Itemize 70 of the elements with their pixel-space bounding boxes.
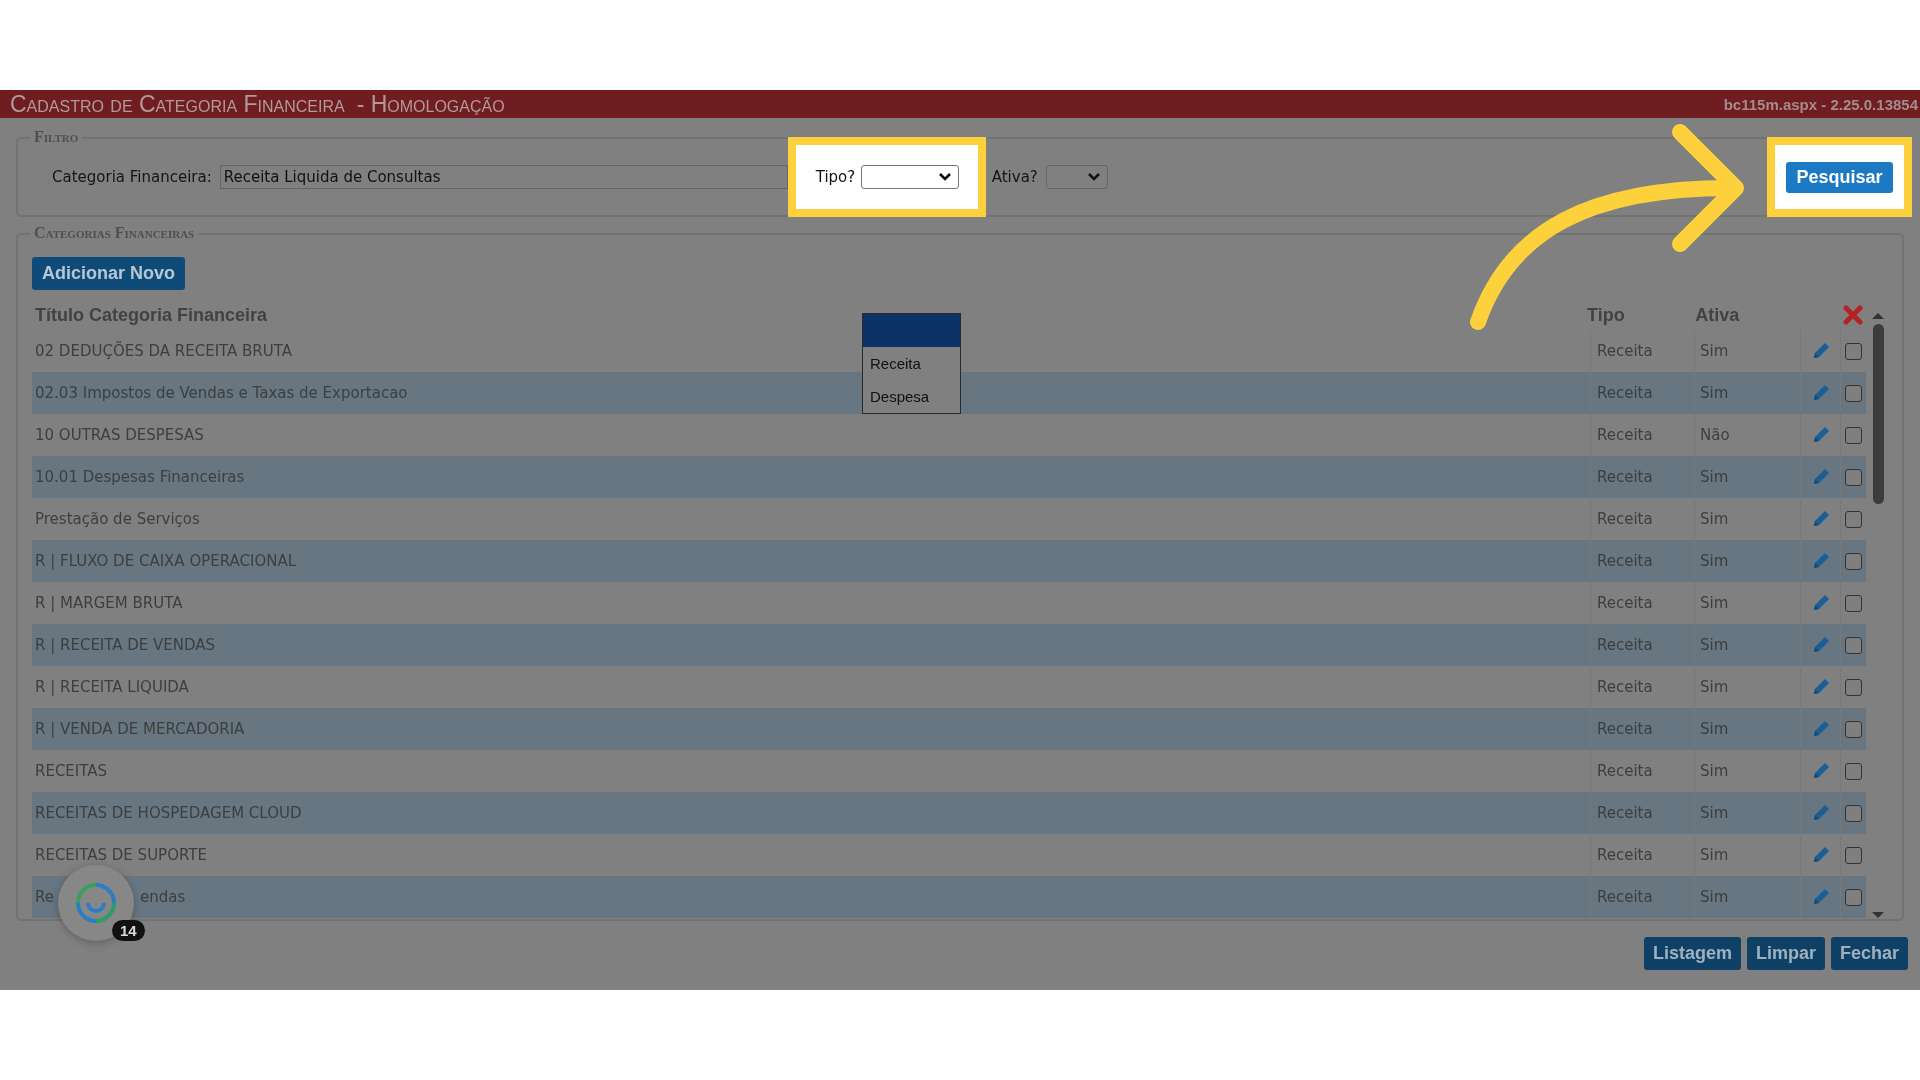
scroll-thumb[interactable] — [1872, 324, 1884, 504]
field-label: Ativa? — [991, 168, 1038, 186]
table-cell: Re — [35, 888, 54, 906]
table-cell: Prestação de Serviços — [35, 510, 200, 528]
table-cell: Sim — [1694, 624, 1800, 666]
table-cell: Receita — [1590, 876, 1694, 918]
tipo-select[interactable] — [861, 165, 960, 189]
table-cell: Receita — [1590, 708, 1694, 750]
checkbox[interactable] — [1845, 342, 1862, 360]
table-cell: R | FLUXO DE CAIXA OPERACIONAL — [35, 552, 297, 570]
scroll-down-icon — [1871, 911, 1885, 919]
caret-icon — [938, 172, 953, 182]
column-header: Tipo — [1586, 304, 1626, 326]
table-cell: R | MARGEM BRUTA — [35, 594, 183, 612]
table-cell: Receita — [1590, 540, 1694, 582]
field-label: Categoria Financeira: — [52, 168, 212, 186]
checkbox[interactable] — [1845, 510, 1862, 528]
scroll-up-icon — [1871, 312, 1885, 320]
table-cell: RECEITAS DE HOSPEDAGEM CLOUD — [35, 804, 302, 822]
table-cell: Sim — [1694, 540, 1800, 582]
checkbox[interactable] — [1845, 384, 1862, 402]
add-button[interactable]: Adicionar Novo — [32, 257, 185, 290]
table-cell: Receita — [1590, 372, 1694, 414]
table-cell: RECEITAS DE SUPORTE — [35, 846, 207, 864]
table-cell: Sim — [1694, 456, 1800, 498]
table-cell: Sim — [1694, 876, 1800, 918]
caret-icon — [1086, 172, 1101, 182]
table-cell: 02 DEDUÇÕES DA RECEITA BRUTA — [35, 342, 293, 360]
table-cell: 02.03 Impostos de Vendas e Taxas de Exportacao — [35, 384, 408, 402]
checkbox[interactable] — [1845, 636, 1862, 654]
checkbox[interactable] — [1845, 552, 1862, 570]
ativa-select[interactable] — [1045, 165, 1108, 189]
category-field[interactable]: Receita Liquida de Consultas — [219, 165, 788, 189]
footer-button[interactable]: Fechar — [1830, 937, 1908, 970]
checkbox[interactable] — [1845, 594, 1862, 612]
table-cell: Sim — [1694, 792, 1800, 834]
table-cell: endas — [140, 888, 186, 906]
table-cell: R | RECEITA DE VENDAS — [35, 636, 216, 654]
table-cell: R | VENDA DE MERCADORIA — [35, 720, 245, 738]
environment-label: - Homologação — [356, 90, 505, 118]
dropdown-option[interactable]: Receita — [863, 347, 960, 380]
search-button[interactable]: Pesquisar — [1786, 161, 1893, 193]
checkbox[interactable] — [1845, 846, 1862, 864]
delete-icon[interactable] — [1843, 305, 1864, 325]
checkbox[interactable] — [1845, 678, 1862, 696]
checkbox[interactable] — [1845, 720, 1862, 738]
table-cell: Receita — [1590, 624, 1694, 666]
version-label: bc115m.aspx - 2.25.0.13854 — [1723, 95, 1918, 113]
column-header: Título Categoria Financeira — [34, 304, 269, 326]
checkbox[interactable] — [1845, 468, 1862, 486]
table-cell: 10.01 Despesas Financeiras — [35, 468, 245, 486]
table-cell: R | RECEITA LIQUIDA — [35, 678, 189, 696]
notification-badge: 14 — [112, 920, 145, 941]
footer-button[interactable]: Limpar — [1746, 937, 1825, 970]
dropdown-option[interactable]: Despesa — [863, 380, 960, 413]
page-title: Cadastro de Categoria Financeira — [10, 90, 345, 118]
column-header: Ativa — [1694, 304, 1741, 326]
table-cell: Receita — [1590, 792, 1694, 834]
logo-icon — [74, 881, 118, 925]
table-cell: 10 OUTRAS DESPESAS — [35, 426, 204, 444]
checkbox[interactable] — [1845, 762, 1862, 780]
table-cell: Sim — [1694, 708, 1800, 750]
checkbox[interactable] — [1845, 888, 1862, 906]
table-cell: Sim — [1694, 372, 1800, 414]
table-cell: RECEITAS — [35, 762, 108, 780]
checkbox[interactable] — [1845, 426, 1862, 444]
table-cell: Receita — [1590, 456, 1694, 498]
footer-button[interactable]: Listagem — [1643, 937, 1741, 970]
checkbox[interactable] — [1845, 804, 1862, 822]
field-label: Tipo? — [815, 168, 856, 186]
